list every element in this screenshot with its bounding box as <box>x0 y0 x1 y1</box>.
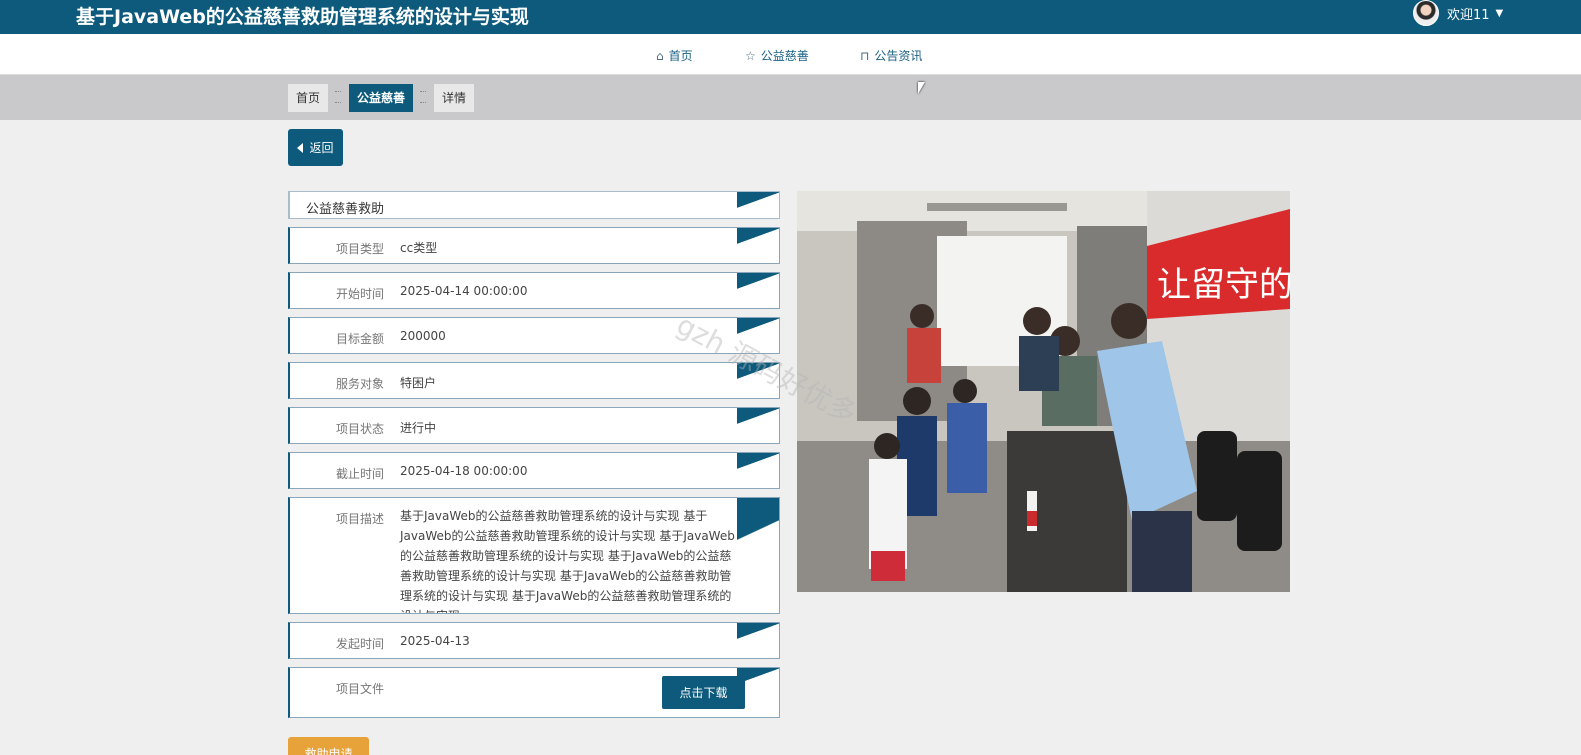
breadcrumb-detail: 详情 <box>434 84 475 112</box>
field-project-type: 项目类型 cc类型 <box>288 227 780 264</box>
bag-icon: ⊓ <box>860 48 870 63</box>
nav-item-label: 公益慈善 <box>760 49 809 63</box>
apply-button[interactable]: 救助申请 <box>288 737 369 755</box>
photo-illustration: 让留守的花 <box>797 191 1290 592</box>
field-value: 2025-04-18 00:00:00 <box>400 464 528 478</box>
field-value: cc类型 <box>400 241 438 255</box>
breadcrumb-charity[interactable]: 公益慈善 <box>349 84 414 112</box>
detail-heading: 公益慈善救助 <box>306 202 385 217</box>
field-label: 开始时间 <box>336 287 385 301</box>
back-button-label: 返回 <box>309 141 334 155</box>
field-label: 目标金额 <box>336 332 385 346</box>
welcome-text: 欢迎11 <box>1447 7 1490 23</box>
app-title: 基于JavaWeb的公益慈善救助管理系统的设计与实现 <box>76 6 529 28</box>
field-label: 项目描述 <box>336 512 385 526</box>
field-label: 项目状态 <box>336 422 385 436</box>
home-icon: ⌂ <box>656 48 664 63</box>
field-label: 截止时间 <box>336 467 385 481</box>
main-nav: ⌂ 首页 ☆ 公益慈善 ⊓ 公告资讯 <box>0 34 1581 75</box>
field-label: 项目文件 <box>336 682 385 696</box>
breadcrumb-home[interactable]: 首页 <box>288 84 329 112</box>
breadcrumb-separator <box>335 91 341 103</box>
photo-banner-text: 让留守的花 <box>1157 266 1290 304</box>
caret-left-icon <box>297 142 304 153</box>
nav-item-label: 公告资讯 <box>874 49 923 63</box>
field-value: 基于JavaWeb的公益慈善救助管理系统的设计与实现 基于JavaWeb的公益慈… <box>400 509 735 613</box>
nav-item-label: 首页 <box>668 49 693 63</box>
breadcrumb-separator <box>420 91 426 103</box>
field-label: 服务对象 <box>336 377 385 391</box>
field-label: 发起时间 <box>336 637 385 651</box>
field-value: 进行中 <box>400 421 437 435</box>
nav-item-charity[interactable]: ☆ 公益慈善 <box>745 47 809 64</box>
field-description: 项目描述 基于JavaWeb的公益慈善救助管理系统的设计与实现 基于JavaWe… <box>288 497 780 614</box>
field-value: 200000 <box>400 329 446 343</box>
download-button[interactable]: 点击下载 <box>662 676 745 709</box>
field-launch-time: 发起时间 2025-04-13 <box>288 622 780 659</box>
nav-item-home[interactable]: ⌂ 首页 <box>656 47 693 64</box>
user-menu[interactable]: 欢迎11 ▼ <box>1413 0 1503 26</box>
nav-item-news[interactable]: ⊓ 公告资讯 <box>860 47 922 64</box>
field-value: 特困户 <box>400 376 437 390</box>
field-service-target: 服务对象 特困户 <box>288 362 780 399</box>
field-label: 项目类型 <box>336 242 385 256</box>
detail-heading-card: 公益慈善救助 <box>288 191 780 219</box>
field-value: 2025-04-14 00:00:00 <box>400 284 528 298</box>
avatar <box>1413 0 1439 26</box>
field-project-file: 项目文件 点击下载 <box>288 667 780 718</box>
field-value: 2025-04-13 <box>400 634 470 648</box>
project-photo: 让留守的花 <box>797 191 1290 592</box>
field-deadline: 截止时间 2025-04-18 00:00:00 <box>288 452 780 489</box>
field-project-status: 项目状态 进行中 <box>288 407 780 444</box>
field-start-time: 开始时间 2025-04-14 00:00:00 <box>288 272 780 309</box>
breadcrumb: 首页 公益慈善 详情 <box>0 75 1581 120</box>
chevron-down-icon: ▼ <box>1495 7 1504 19</box>
back-button[interactable]: 返回 <box>288 129 343 166</box>
star-icon: ☆ <box>745 48 756 63</box>
top-header: 基于JavaWeb的公益慈善救助管理系统的设计与实现 欢迎11 ▼ <box>0 0 1581 34</box>
mouse-cursor-icon <box>918 82 925 94</box>
